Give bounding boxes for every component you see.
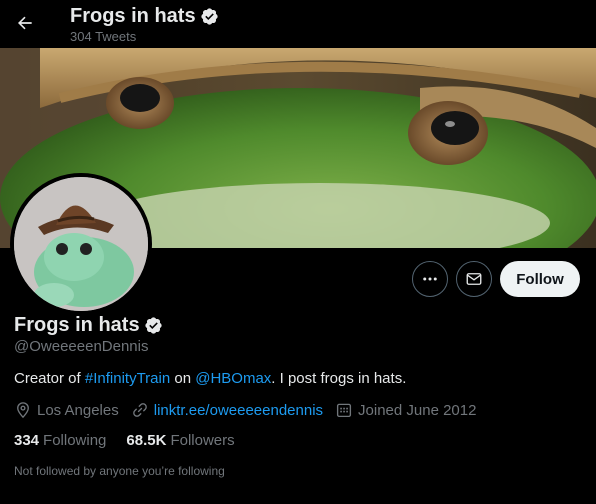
location-item: Los Angeles — [14, 401, 119, 419]
joined-item: Joined June 2012 — [335, 401, 476, 419]
following-stat[interactable]: 334 Following — [14, 432, 106, 449]
header-title-row: Frogs in hats — [70, 5, 219, 28]
link-icon — [132, 403, 147, 417]
bio-text: Creator of — [14, 370, 85, 387]
bio-hashtag-link[interactable]: #InfinityTrain — [85, 370, 170, 387]
calendar-icon — [336, 403, 352, 418]
profile-meta: Los Angeles linktr.ee/oweeeeendennis Joi… — [14, 401, 476, 419]
header-title: Frogs in hats — [70, 5, 196, 27]
not-followed-notice: Not followed by anyone you’re following — [14, 464, 225, 478]
location-text: Los Angeles — [37, 401, 119, 419]
arrow-left-icon — [18, 16, 32, 30]
bio-text: on — [170, 370, 196, 387]
profile-url-link[interactable]: linktr.ee/oweeeeendennis — [154, 402, 323, 419]
bio-mention-link[interactable]: @HBOmax — [195, 370, 271, 387]
verified-badge-icon — [144, 317, 162, 334]
following-label: Following — [43, 432, 107, 449]
joined-text: Joined June 2012 — [358, 401, 477, 419]
following-count: 334 — [14, 432, 40, 449]
followers-label: Followers — [170, 432, 235, 449]
profile-name: Frogs in hats — [14, 314, 140, 336]
ellipsis-icon — [423, 277, 437, 281]
back-button[interactable] — [10, 8, 40, 38]
verified-badge-icon — [200, 8, 218, 25]
follow-button[interactable]: Follow — [500, 261, 580, 297]
profile-name-row: Frogs in hats — [14, 314, 163, 337]
avatar[interactable] — [10, 173, 152, 315]
followers-stat[interactable]: 68.5K Followers — [126, 432, 234, 449]
bio-text: . I post frogs in hats. — [271, 370, 407, 387]
follow-button-label: Follow — [516, 270, 564, 288]
message-button[interactable] — [456, 261, 492, 297]
url-item: linktr.ee/oweeeeendennis — [131, 401, 323, 419]
profile-bio: Creator of #InfinityTrain on @HBOmax. I … — [14, 370, 406, 387]
top-bar: Frogs in hats 304 Tweets — [0, 0, 596, 48]
envelope-icon — [466, 273, 482, 285]
profile-stats: 334 Following 68.5K Followers — [14, 432, 235, 449]
more-options-button[interactable] — [412, 261, 448, 297]
profile-handle: @OweeeeenDennis — [14, 338, 149, 355]
location-pin-icon — [17, 402, 29, 419]
tweet-count: 304 Tweets — [70, 29, 137, 44]
followers-count: 68.5K — [126, 432, 167, 449]
